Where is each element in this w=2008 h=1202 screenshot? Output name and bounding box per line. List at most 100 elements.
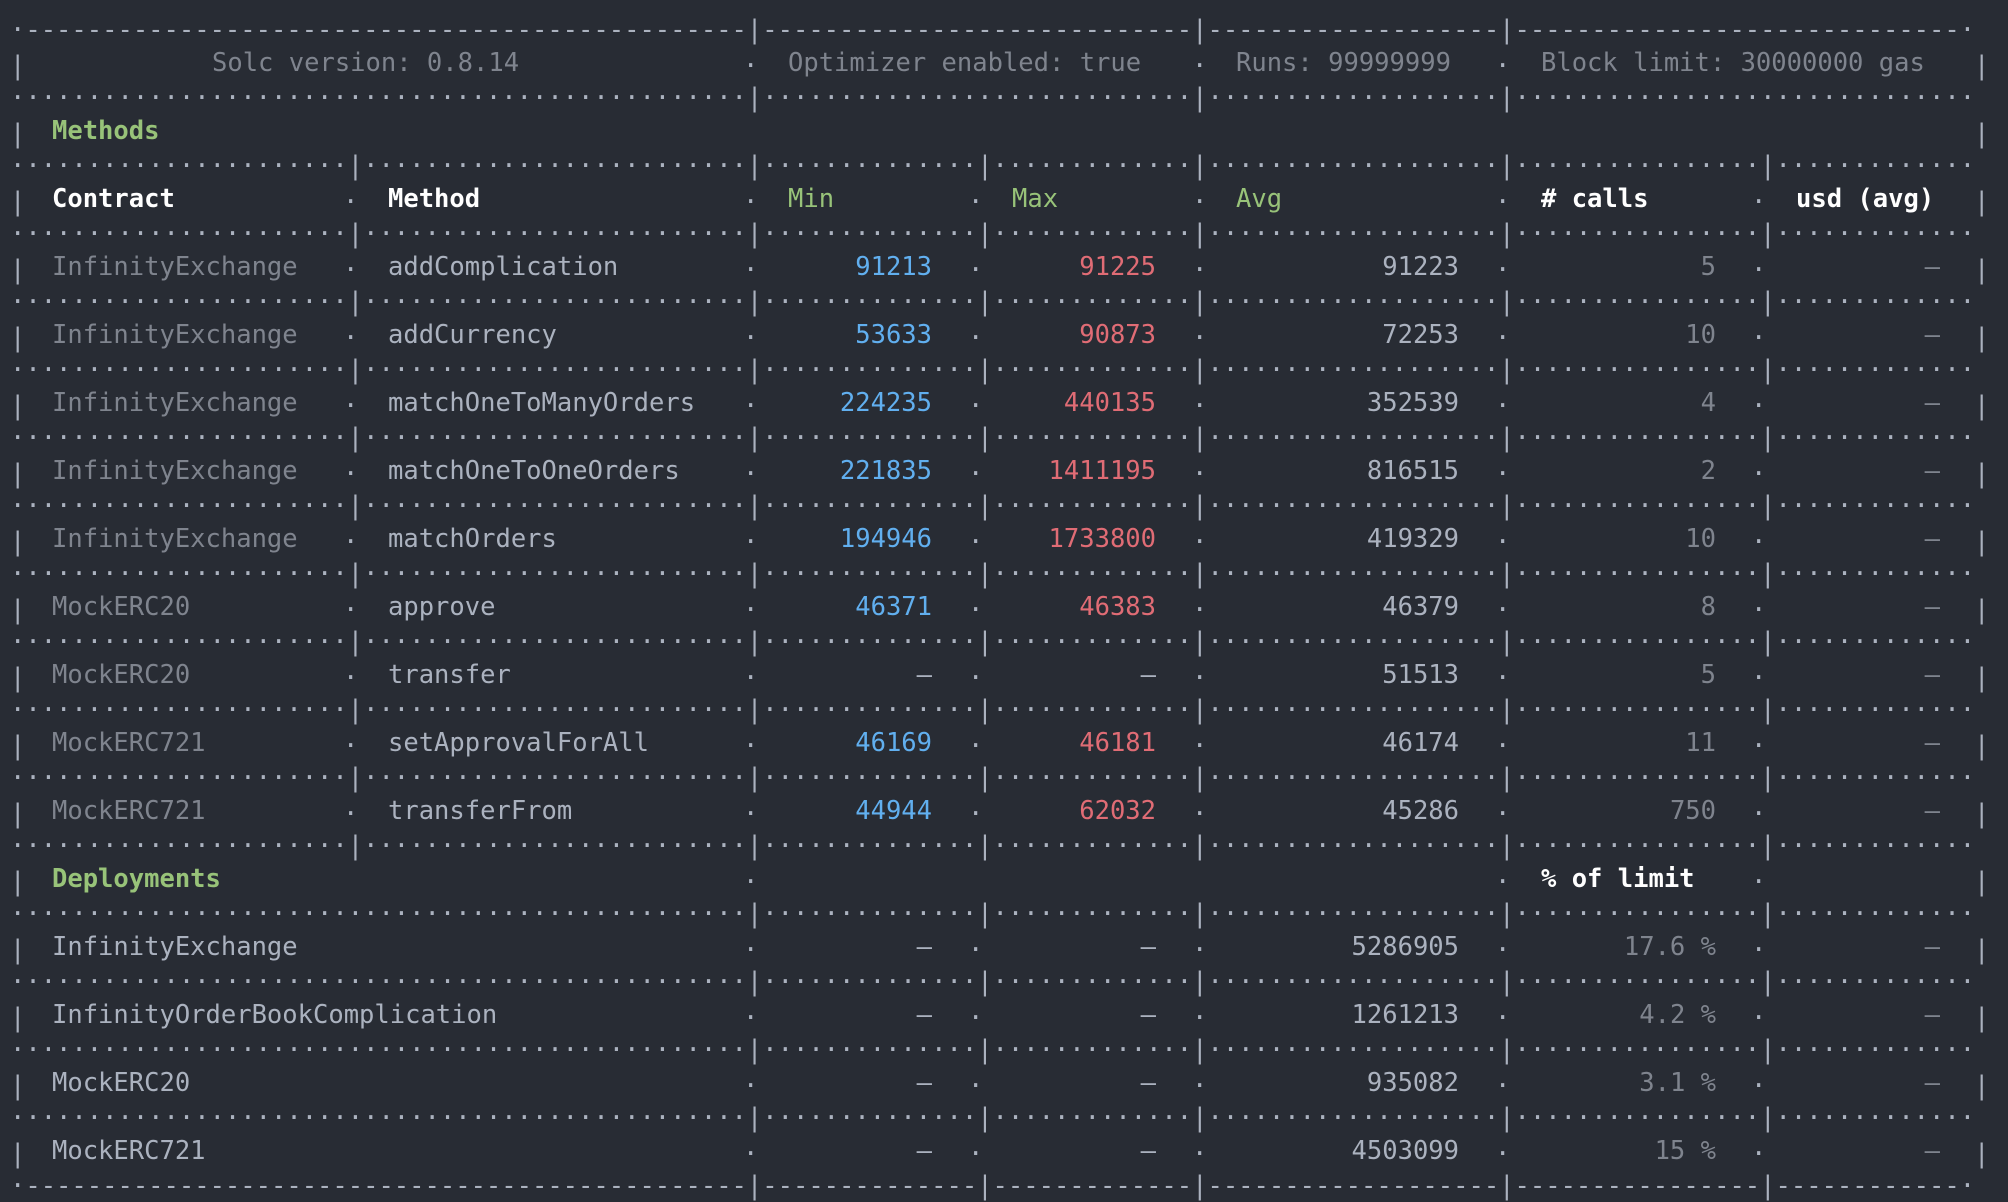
column-separator-dot: · xyxy=(1495,1003,1511,1033)
method-row-min: 221835 xyxy=(839,456,932,486)
column-separator-dot: · xyxy=(343,731,359,761)
row-border: | xyxy=(10,323,26,353)
column-separator-dot: · xyxy=(343,255,359,285)
method-row-calls: 4 xyxy=(1700,388,1716,418)
method-row-max: 46181 xyxy=(1079,728,1156,758)
column-separator-dot: · xyxy=(1192,799,1208,829)
method-row-usd: – xyxy=(1924,388,1940,418)
column-separator-dot: · xyxy=(343,799,359,829)
header-calls: # calls xyxy=(1541,184,1649,214)
deployment-row-max: – xyxy=(1140,1068,1156,1098)
column-separator-dot: · xyxy=(1495,663,1511,693)
row-border: | xyxy=(10,1139,26,1169)
method-row-name: matchOrders xyxy=(388,524,557,554)
method-row-max: 1733800 xyxy=(1048,524,1156,554)
column-separator-dot: · xyxy=(1192,1003,1208,1033)
method-row-avg: 91223 xyxy=(1382,252,1459,282)
method-row-name: matchOneToOneOrders xyxy=(388,456,680,486)
method-row-avg: 419329 xyxy=(1366,524,1459,554)
method-row-max: 62032 xyxy=(1079,796,1156,826)
method-row-avg: 352539 xyxy=(1366,388,1459,418)
column-separator-dot: · xyxy=(743,1071,759,1101)
column-separator-dot: · xyxy=(743,323,759,353)
column-separator-dot: · xyxy=(1495,187,1511,217)
column-separator-dot: · xyxy=(968,527,984,557)
deployment-row-max: – xyxy=(1140,1136,1156,1166)
column-separator-dot: · xyxy=(743,459,759,489)
column-separator-dot: · xyxy=(743,51,759,81)
solc-version: Solc version: 0.8.14 xyxy=(212,48,520,78)
column-separator-dot: · xyxy=(968,1139,984,1169)
column-separator-dot: · xyxy=(1192,323,1208,353)
row-border: | xyxy=(1974,391,1990,421)
column-separator-dot: · xyxy=(1192,1071,1208,1101)
column-separator-dot: · xyxy=(1751,935,1767,965)
deployment-row-usd: – xyxy=(1924,1000,1940,1030)
column-separator-dot: · xyxy=(968,799,984,829)
method-row-avg: 816515 xyxy=(1366,456,1459,486)
column-separator-dot: · xyxy=(968,663,984,693)
method-row-min: 46371 xyxy=(855,592,932,622)
method-row-calls: 2 xyxy=(1700,456,1716,486)
column-separator-dot: · xyxy=(968,595,984,625)
row-border: | xyxy=(1974,187,1990,217)
row-border: | xyxy=(1974,935,1990,965)
method-row-name: matchOneToManyOrders xyxy=(388,388,696,418)
deployment-row-min: – xyxy=(916,1000,932,1030)
row-border: | xyxy=(10,867,26,897)
column-separator-dot: · xyxy=(743,1139,759,1169)
methods-section-title: Methods xyxy=(52,116,160,146)
method-row-min: – xyxy=(916,660,932,690)
method-row-calls: 11 xyxy=(1685,728,1716,758)
column-separator-dot: · xyxy=(1495,527,1511,557)
column-separator-dot: · xyxy=(743,1003,759,1033)
column-separator-dot: · xyxy=(1495,867,1511,897)
column-separator-dot: · xyxy=(743,391,759,421)
column-separator-dot: · xyxy=(343,595,359,625)
separator-line: ······················|·················… xyxy=(10,151,1976,181)
column-separator-dot: · xyxy=(968,391,984,421)
method-row-name: transfer xyxy=(388,660,511,690)
separator-line: ······················|·················… xyxy=(10,627,1976,657)
header-contract: Contract xyxy=(52,184,175,214)
method-row-min: 194946 xyxy=(839,524,932,554)
method-row-contract: InfinityExchange xyxy=(52,388,298,418)
column-separator-dot: · xyxy=(968,731,984,761)
column-separator-dot: · xyxy=(968,1071,984,1101)
column-separator-dot: · xyxy=(1751,187,1767,217)
row-border: | xyxy=(1974,323,1990,353)
column-separator-dot: · xyxy=(1192,595,1208,625)
row-border: | xyxy=(10,935,26,965)
separator-line: ······················|·················… xyxy=(10,355,1976,385)
deployment-row-max: – xyxy=(1140,1000,1156,1030)
column-separator-dot: · xyxy=(1495,391,1511,421)
method-row-name: transferFrom xyxy=(388,796,573,826)
method-row-avg: 51513 xyxy=(1382,660,1459,690)
column-separator-dot: · xyxy=(1192,391,1208,421)
method-row-contract: MockERC721 xyxy=(52,728,206,758)
header-min: Min xyxy=(788,184,835,214)
deployment-row-min: – xyxy=(916,1068,932,1098)
row-border: | xyxy=(1974,527,1990,557)
row-border: | xyxy=(1974,663,1990,693)
optimizer-status: Optimizer enabled: true xyxy=(788,48,1142,78)
separator-line: ······················|·················… xyxy=(10,831,1976,861)
method-row-max: 1411195 xyxy=(1048,456,1156,486)
method-row-contract: InfinityExchange xyxy=(52,456,298,486)
column-separator-dot: · xyxy=(1751,459,1767,489)
header-max: Max xyxy=(1012,184,1059,214)
block-limit: Block limit: 30000000 gas xyxy=(1541,48,1925,78)
separator-line: ········································… xyxy=(10,1035,1976,1065)
row-border: | xyxy=(10,51,26,81)
column-separator-dot: · xyxy=(968,323,984,353)
deployment-row-usd: – xyxy=(1924,932,1940,962)
column-separator-dot: · xyxy=(343,391,359,421)
row-border: | xyxy=(1974,731,1990,761)
column-separator-dot: · xyxy=(1192,1139,1208,1169)
deployment-row-min: – xyxy=(916,1136,932,1166)
method-row-usd: – xyxy=(1924,728,1940,758)
column-separator-dot: · xyxy=(1751,663,1767,693)
column-separator-dot: · xyxy=(743,935,759,965)
column-separator-dot: · xyxy=(343,323,359,353)
row-border: | xyxy=(10,391,26,421)
